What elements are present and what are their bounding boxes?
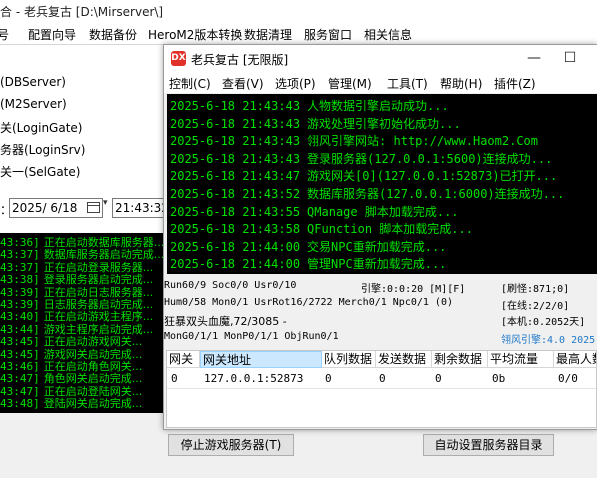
log-text: 登陆网关启动完成... [43, 397, 143, 411]
gateway-table: 网关 网关地址 队列数据 发送数据 剩余数据 平均流量 最高人数 0 127.0… [166, 350, 597, 428]
log-line: 2025-6-18 21:43:43 游戏处理引擎初始化成功... [170, 115, 461, 132]
status-run: Run60/9 Soc0/0 Usr0/10 [164, 280, 297, 291]
status-monster: 狂暴双头血魔,72/3085 - [164, 315, 287, 328]
table-row-avg[interactable]: 0b [492, 371, 505, 386]
log-time: 2025-6-18 21:43:43 [170, 99, 301, 113]
background-menubar: 号 配置向导 数据备份 HeroM2版本转换 数据清理 服务窗口 相关信息 [0, 22, 597, 45]
col-header-avg-traffic[interactable]: 平均流量 [488, 351, 554, 368]
status-mongo: MonG0/1/1 MonP0/1/1 ObjRun0/1 [164, 331, 339, 342]
log-line: 2025-6-18 21:43:58 QFunction 脚本加载完成... [170, 220, 473, 237]
front-window-title: 老兵复古 [无限版] [191, 53, 289, 67]
front-window-titlebar[interactable]: DX 老兵复古 [无限版] — ☐ [164, 45, 597, 72]
log-time: 2025-6-18 21:43:43 [170, 151, 301, 166]
log-text: 交易NPC重新加载完成... [307, 239, 447, 254]
background-window-title: 合 - 老兵复古 [D:\Mirserver\] [0, 5, 164, 19]
bg-menu-data-backup[interactable]: 数据备份 [89, 26, 137, 43]
calendar-icon[interactable] [87, 202, 100, 213]
maximize-icon[interactable]: ☐ [560, 48, 580, 68]
log-text: 人物数据引擎启动成功... [307, 99, 449, 113]
menu-manage[interactable]: 管理(M) [328, 75, 372, 92]
table-row-remaining[interactable]: 0 [435, 371, 442, 386]
front-log-console: 2025-6-18 21:43:43 人物数据引擎启动成功... 2025-6-18… [167, 94, 597, 274]
time-value: 21:43:32 [115, 201, 169, 215]
col-header-gateway[interactable]: 网关 [167, 351, 200, 368]
status-hum: Hum0/58 Mon0/1 UsrRot16/2722 Merch0/1 Np… [164, 297, 453, 308]
time-field[interactable]: 21:43:32 [112, 198, 169, 218]
log-time: 2025-6-18 21:43:43 [170, 116, 301, 131]
log-text: 翎风引擎网站: http://www.Haom2.Com [307, 134, 538, 149]
service-m2server[interactable]: (M2Server) [0, 97, 67, 111]
background-log-console: 43:36] 正在启动数据库服务器... 43:37] 数据库服务器启动完成... 43… [0, 233, 163, 413]
table-row-address[interactable]: 127.0.0.1:52873 [204, 371, 303, 386]
bg-menu-config-wizard[interactable]: 配置向导 [28, 26, 76, 43]
bg-menu-item-0[interactable]: 号 [0, 26, 9, 43]
app-icon: DX [171, 51, 186, 66]
log-line: 2025-6-18 21:44:00 管理NPC重新加载完成... [170, 255, 446, 272]
log-text: QFunction 脚本加载完成... [307, 222, 473, 237]
status-version: [本机:0.2052天] [501, 317, 586, 328]
status-engine: 引擎:0:0:20 [M][F] [361, 284, 466, 295]
front-window: DX 老兵复古 [无限版] — ☐ 控制(C) 查看(V) 选项(P) 管理(M… [163, 44, 597, 430]
col-header-gateway-address[interactable]: 网关地址 [200, 351, 322, 368]
table-row-divider [167, 388, 596, 389]
chevron-down-icon[interactable]: ▾ [103, 198, 111, 218]
log-text: 管理NPC重新加载完成... [307, 257, 447, 272]
stop-game-server-button[interactable]: 停止游戏服务器(T) [168, 434, 294, 456]
status-engine-version: 翎风引擎:4.0 2025 [501, 335, 596, 346]
bg-menu-related-info[interactable]: 相关信息 [364, 26, 412, 43]
service-loginsrv[interactable]: 务器(LoginSrv) [0, 141, 85, 158]
log-text: 游戏处理引擎初始化成功... [307, 116, 461, 131]
table-row-queue[interactable]: 0 [325, 371, 332, 386]
table-row-max[interactable]: 0/0 [558, 371, 578, 386]
log-time: 2025-6-18 21:43:47 [170, 169, 301, 184]
log-text: 登录服务器(127.0.0.1:5600)连接成功... [307, 151, 553, 166]
col-header-sent-data[interactable]: 发送数据 [376, 351, 432, 368]
log-line: 2025-6-18 21:44:00 交易NPC重新加载完成... [170, 238, 446, 255]
status-panel: Run60/9 Soc0/0 Usr0/10 引擎:0:0:20 [M][F] … [164, 278, 597, 350]
log-time: 2025-6-18 21:43:43 [170, 134, 301, 149]
date-picker[interactable]: 2025/ 6/18 [9, 198, 103, 218]
auto-set-server-dir-button[interactable]: 自动设置服务器目录 [423, 434, 554, 456]
status-refresh: [刷怪:871;0] [501, 284, 570, 295]
log-line: 2025-6-18 21:43:47 游戏网关[0](127.0.0.1:5287… [170, 167, 557, 184]
col-header-queue-data[interactable]: 队列数据 [322, 351, 376, 368]
menu-help[interactable]: 帮助(H) [440, 75, 482, 92]
log-time: 2025-6-18 21:44:00 [170, 257, 301, 272]
log-text: 数据库服务器(127.0.0.1:6000)连接成功... [307, 187, 565, 201]
log-line: 2025-6-18 21:43:43 翎风引擎网站: http://www.Hao… [170, 132, 538, 149]
log-text: QManage 脚本加载完成... [307, 204, 459, 219]
bg-menu-data-cleanup[interactable]: 数据清理 [244, 26, 292, 43]
menu-plugins[interactable]: 插件(Z) [494, 75, 536, 92]
bg-menu-herom2-convert[interactable]: HeroM2版本转换 [148, 26, 242, 43]
background-window-titlebar: 合 - 老兵复古 [D:\Mirserver\] [0, 0, 597, 22]
minimize-icon[interactable]: — [524, 48, 544, 68]
log-text: 游戏网关[0](127.0.0.1:52873)已打开... [307, 169, 558, 184]
service-dbserver[interactable]: (DBServer) [0, 75, 66, 89]
log-time: 2025-6-18 21:43:55 [170, 204, 301, 219]
menu-view[interactable]: 查看(V) [222, 75, 264, 92]
col-header-max-users[interactable]: 最高人数 [554, 351, 596, 368]
col-header-remaining-data[interactable]: 剩余数据 [432, 351, 488, 368]
log-time: 2025-6-18 21:44:00 [170, 239, 301, 254]
log-line: 43:48] 登陆网关启动完成... [0, 395, 142, 411]
front-menubar: 控制(C) 查看(V) 选项(P) 管理(M) 工具(T) 帮助(H) 插件(Z… [164, 72, 597, 93]
log-time: 2025-6-18 21:43:52 [170, 187, 301, 201]
service-selgate[interactable]: 关一(SelGate) [0, 163, 80, 180]
status-online: [在线:2/2/0] [501, 301, 570, 312]
log-line: 2025-6-18 21:43:43 登录服务器(127.0.0.1:5600)连… [170, 150, 552, 167]
log-line: 2025-6-18 21:43:55 QManage 脚本加载完成... [170, 203, 459, 220]
log-time: 43:48] [0, 397, 40, 411]
table-row-gateway[interactable]: 0 [171, 371, 178, 386]
menu-control[interactable]: 控制(C) [169, 75, 211, 92]
menu-options[interactable]: 选项(P) [275, 75, 316, 92]
date-value: 2025/ 6/18 [12, 201, 78, 215]
log-time: 2025-6-18 21:43:58 [170, 222, 301, 237]
bg-menu-service-window[interactable]: 服务窗口 [304, 26, 352, 43]
menu-tools[interactable]: 工具(T) [387, 75, 428, 92]
service-logingate[interactable]: 关(LoginGate) [0, 119, 82, 136]
background-button-area: 停止游戏服务器(T) 自动设置服务器目录 [163, 430, 597, 478]
log-line: 2025-6-18 21:43:52 数据库服务器(127.0.0.1:6000)… [170, 185, 564, 202]
log-line: 2025-6-18 21:43:43 人物数据引擎启动成功... [170, 97, 449, 114]
table-row-sent[interactable]: 0 [379, 371, 386, 386]
